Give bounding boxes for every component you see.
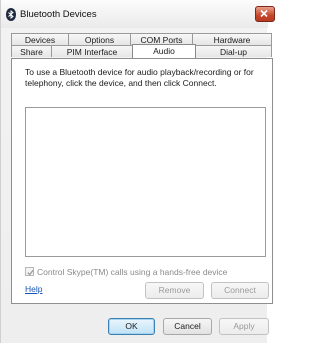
connect-button[interactable]: Connect [211,282,269,299]
skype-control-label: Control Skype(TM) calls using a hands-fr… [37,266,228,277]
tab-label: Hardware [213,35,251,45]
apply-button-label: Apply [233,321,255,331]
help-link[interactable]: Help [25,284,42,294]
tab-hardware[interactable]: Hardware [192,33,272,45]
tab-label: PIM Interface [66,47,118,57]
apply-button[interactable]: Apply [219,318,269,335]
remove-button[interactable]: Remove [145,282,204,299]
audio-description: To use a Bluetooth device for audio play… [25,67,254,88]
tab-label: Dial-up [220,47,247,57]
window-title: Bluetooth Devices [20,9,97,20]
connect-button-label: Connect [224,285,256,295]
checkmark-icon [27,269,34,276]
close-icon [260,9,268,18]
tab-share[interactable]: Share [11,45,52,57]
tab-label: Options [84,35,115,45]
audio-device-list[interactable] [25,107,266,257]
close-button[interactable] [255,6,275,22]
remove-button-label: Remove [158,285,191,295]
tab-audio[interactable]: Audio [132,44,196,58]
tab-devices[interactable]: Devices [11,33,69,45]
ok-button[interactable]: OK [108,318,155,335]
title-bar[interactable]: Bluetooth Devices [1,0,275,28]
ok-button-label: OK [125,321,138,331]
cancel-button-label: Cancel [174,321,201,331]
bluetooth-devices-window: Bluetooth Devices Devices Options COM Po… [0,0,275,343]
bluetooth-icon [6,8,16,21]
skype-control-checkbox[interactable] [25,267,34,276]
tab-label: Audio [153,46,175,56]
tab-label: Share [20,47,43,57]
tab-pim-interface[interactable]: PIM Interface [51,45,133,57]
tab-label: Devices [24,35,56,45]
cancel-button[interactable]: Cancel [163,318,212,335]
tab-dial-up[interactable]: Dial-up [195,45,272,57]
tab-row-bottom: Share PIM Interface Audio Dial-up [11,44,272,58]
tab-options[interactable]: Options [68,33,131,45]
skype-control-option: Control Skype(TM) calls using a hands-fr… [25,266,227,277]
